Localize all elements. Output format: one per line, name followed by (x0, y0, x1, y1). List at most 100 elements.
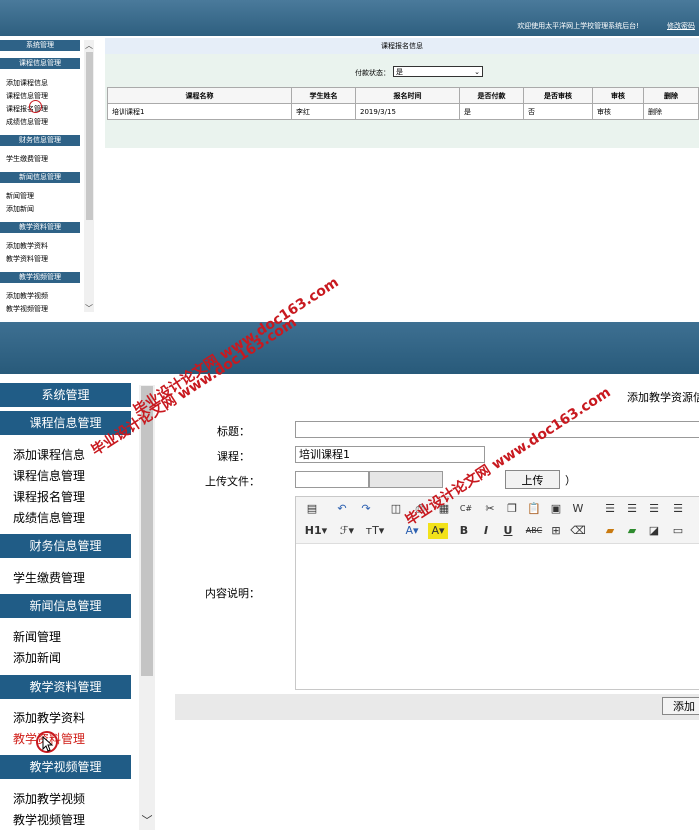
bsidebar-item-enroll-manage[interactable]: 课程报名管理 (13, 488, 85, 505)
course-label: 课程： (217, 450, 250, 463)
sidebar-section-course[interactable]: 课程信息管理 (0, 58, 80, 69)
sidebar-item-course-manage[interactable]: 课程信息管理 (6, 91, 48, 101)
code-icon[interactable]: C# (458, 501, 474, 517)
table-row: 培训课程1 李红 2019/3/15 是 否 审核 删除 (107, 103, 699, 120)
top-screenshot: 欢迎使用太平洋网上学校管理系统后台! 修改密码 系统管理 课程信息管理 添加课程… (0, 0, 699, 320)
bsidebar-item-add-news[interactable]: 添加新闻 (13, 649, 61, 666)
filter-label: 付款状态： (355, 69, 390, 77)
copy-icon[interactable]: ❐ (504, 501, 520, 517)
cut-icon[interactable]: ✂ (482, 501, 498, 517)
font-family-icon[interactable]: ℱ▾ (336, 523, 358, 539)
sidebar-item-news-manage[interactable]: 新闻管理 (6, 191, 34, 201)
sidebar-section-news[interactable]: 新闻信息管理 (0, 172, 80, 183)
form-footer-bar (175, 694, 699, 720)
course-value: 培训课程1 (299, 448, 350, 461)
add-button[interactable]: 添加 (662, 697, 699, 715)
bsidebar-item-fees[interactable]: 学生缴费管理 (13, 569, 85, 586)
col-paid: 是否付款 (459, 87, 524, 104)
bsidebar-item-add-video[interactable]: 添加教学视频 (13, 790, 85, 807)
bsidebar-item-video-manage[interactable]: 教学视频管理 (13, 811, 85, 828)
paste-word-icon[interactable]: W (570, 501, 586, 517)
bsidebar-item-add-course[interactable]: 添加课程信息 (13, 446, 85, 463)
audit-link[interactable]: 审核 (592, 103, 644, 120)
file-picker-field[interactable] (369, 471, 443, 488)
course-select[interactable]: 培训课程1 (295, 446, 485, 463)
enroll-table: 课程名称 学生姓名 报名时间 是否付款 是否审核 审核 删除 培训课程1 李红 … (107, 87, 699, 120)
bsidebar-item-news-manage[interactable]: 新闻管理 (13, 628, 61, 645)
cell-paid: 是 (459, 103, 524, 120)
sidebar-item-grade-manage[interactable]: 成绩信息管理 (6, 117, 48, 127)
strikethrough-icon[interactable]: ABC (524, 523, 544, 539)
welcome-text: 欢迎使用太平洋网上学校管理系统后台! (517, 22, 639, 30)
multi-image-icon[interactable]: ▰ (624, 523, 640, 539)
italic-icon[interactable]: I (478, 523, 494, 539)
title-input[interactable] (295, 421, 699, 438)
paste-text-icon[interactable]: ▣ (548, 501, 564, 517)
bsidebar-section-materials[interactable]: 教学资料管理 (0, 675, 131, 699)
heading-icon[interactable]: H1▾ (304, 523, 328, 539)
click-marker-icon (29, 100, 42, 113)
upload-label: 上传文件： (205, 475, 260, 488)
delete-link[interactable]: 删除 (643, 103, 699, 120)
page-title: 课程报名信息 (105, 38, 699, 54)
align-justify-icon[interactable]: ☰ (670, 501, 686, 517)
align-right-icon[interactable]: ☰ (646, 501, 662, 517)
sidebar-section-system[interactable]: 系统管理 (0, 40, 80, 51)
scroll-down-icon[interactable]: ﹀ (85, 303, 93, 314)
col-delete: 删除 (643, 87, 699, 104)
cell-audited: 否 (523, 103, 593, 120)
col-student-name: 学生姓名 (291, 87, 356, 104)
sidebar-item-add-news[interactable]: 添加新闻 (6, 204, 34, 214)
align-center-icon[interactable]: ☰ (624, 501, 640, 517)
sidebar-item-add-material[interactable]: 添加教学资料 (6, 241, 48, 251)
editor-toolbar: ▤ ↶ ↷ ◫ ⎙ ▦ C# ✂ ❐ 📋 ▣ W ☰ ☰ ☰ ☰ H1▾ ℱ▾ … (296, 497, 699, 544)
image-icon[interactable]: ▰ (602, 523, 618, 539)
bsidebar-item-course-manage[interactable]: 课程信息管理 (13, 467, 85, 484)
sidebar-section-materials[interactable]: 教学资料管理 (0, 222, 80, 233)
cell-time: 2019/3/15 (355, 103, 460, 120)
bsidebar-item-add-material[interactable]: 添加教学资料 (13, 709, 85, 726)
highlight-color-icon[interactable]: A▾ (428, 523, 448, 539)
payment-status-select[interactable]: 是 ⌄ (393, 66, 483, 77)
font-size-icon[interactable]: тT▾ (364, 523, 386, 539)
bold-icon[interactable]: B (456, 523, 472, 539)
top-sidebar: 系统管理 课程信息管理 添加课程信息 课程信息管理 课程报名管理 成绩信息管理 … (0, 36, 96, 320)
upload-path-input[interactable] (295, 471, 369, 488)
bsidebar-section-finance[interactable]: 财务信息管理 (0, 534, 131, 558)
bottom-header (0, 322, 699, 374)
flash-icon[interactable]: ◪ (646, 523, 662, 539)
bsidebar-section-news[interactable]: 新闻信息管理 (0, 594, 131, 618)
scroll-up-icon[interactable]: ︿ (85, 40, 93, 51)
eraser-icon[interactable]: ⌫ (570, 523, 586, 539)
upload-suffix: ） (565, 474, 576, 487)
sidebar-item-add-course[interactable]: 添加课程信息 (6, 78, 48, 88)
align-left-icon[interactable]: ☰ (602, 501, 618, 517)
redo-icon[interactable]: ↷ (358, 501, 374, 517)
upload-button[interactable]: 上传 (505, 470, 560, 489)
sidebar-item-add-video[interactable]: 添加教学视频 (6, 291, 48, 301)
sidebar-section-finance[interactable]: 财务信息管理 (0, 135, 80, 146)
paste-icon[interactable]: 📋 (526, 501, 542, 517)
bsidebar-section-system[interactable]: 系统管理 (0, 383, 131, 407)
source-icon[interactable]: ▤ (304, 501, 320, 517)
content-label: 内容说明： (205, 587, 260, 600)
change-password-link[interactable]: 修改密码 (667, 21, 695, 31)
media-icon[interactable]: ▭ (670, 523, 686, 539)
sidebar-section-video[interactable]: 教学视频管理 (0, 272, 80, 283)
sidebar-scrollbar-thumb[interactable] (86, 52, 93, 220)
underline-icon[interactable]: U (500, 523, 516, 539)
chevron-down-icon: ⌄ (474, 68, 480, 76)
table-icon[interactable]: ⊞ (548, 523, 564, 539)
cell-student: 李红 (291, 103, 356, 120)
bsidebar-section-video[interactable]: 教学视频管理 (0, 755, 131, 779)
sidebar-item-video-manage[interactable]: 教学视频管理 (6, 304, 48, 314)
sidebar-item-material-manage[interactable]: 教学资料管理 (6, 254, 48, 264)
scroll-down-icon[interactable]: ﹀ (139, 812, 155, 828)
sidebar-item-fees[interactable]: 学生缴费管理 (6, 154, 48, 164)
title-label: 标题： (217, 425, 250, 438)
payment-status-value: 是 (396, 68, 403, 76)
undo-icon[interactable]: ↶ (334, 501, 350, 517)
col-audited: 是否审核 (523, 87, 593, 104)
bsidebar-item-grade-manage[interactable]: 成绩信息管理 (13, 509, 85, 526)
mouse-cursor-icon (42, 736, 54, 752)
